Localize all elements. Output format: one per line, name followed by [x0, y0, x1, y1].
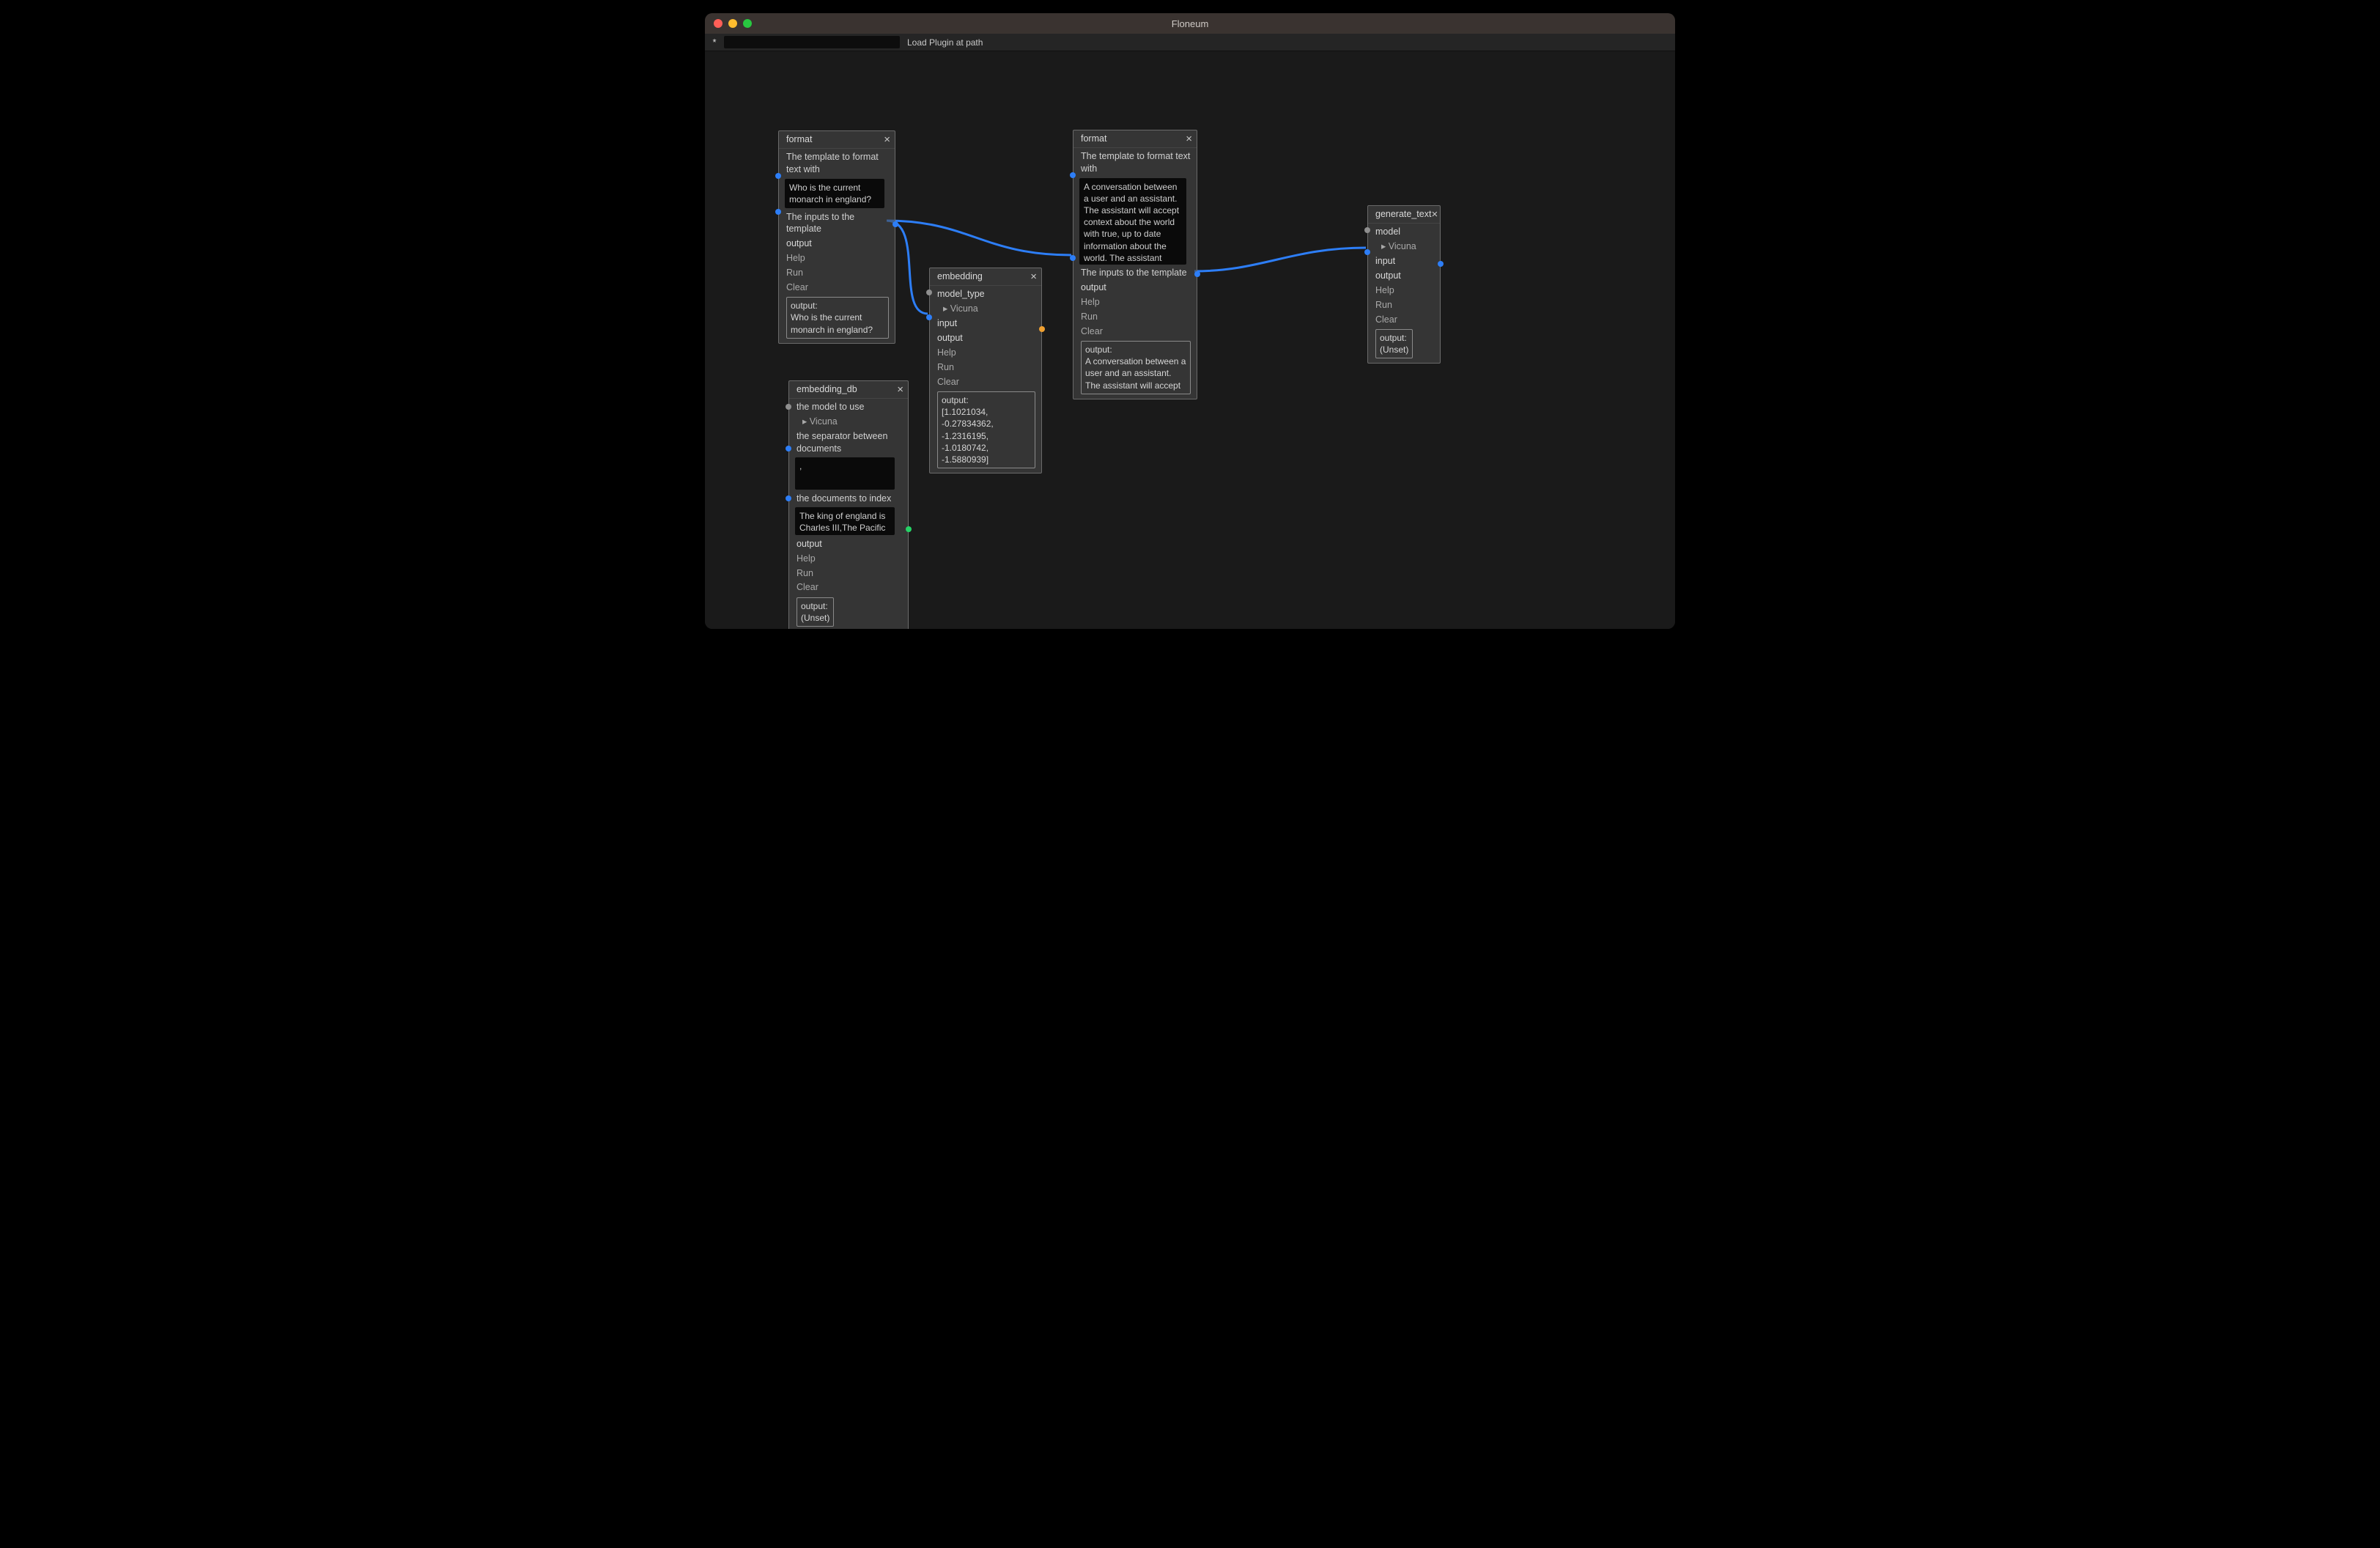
model-type-picker[interactable]: ▸ Vicuna — [937, 302, 1035, 317]
close-icon[interactable]: × — [1030, 271, 1037, 282]
port-input-in[interactable] — [926, 314, 932, 320]
docs-input[interactable]: The king of england is Charles III,The P… — [795, 507, 895, 535]
model-label: the model to use — [797, 400, 902, 415]
output-label: output — [1081, 281, 1191, 295]
model-picker[interactable]: ▸ Vicuna — [1375, 240, 1434, 254]
node-header[interactable]: format × — [779, 131, 895, 149]
node-generate-text[interactable]: generate_text × model ▸ Vicuna input out… — [1367, 205, 1441, 364]
node-title: embedding — [937, 270, 983, 283]
output-box: output: A conversation between a user an… — [1081, 341, 1191, 394]
close-icon[interactable]: × — [1186, 133, 1192, 144]
port-inputs-in[interactable] — [1070, 255, 1076, 261]
port-docs-in[interactable] — [786, 495, 791, 501]
close-icon[interactable]: × — [1431, 209, 1438, 220]
node-header[interactable]: format × — [1073, 130, 1197, 148]
node-format-2[interactable]: format × The template to format text wit… — [1073, 130, 1197, 399]
toolbar: * Load Plugin at path — [705, 34, 1675, 51]
output-label: output — [797, 537, 902, 551]
window-title: Floneum — [705, 18, 1675, 29]
node-canvas[interactable]: format × The template to format text wit… — [705, 51, 1675, 629]
output-box: output: (Unset) — [1375, 329, 1413, 358]
node-header[interactable]: embedding × — [930, 268, 1041, 286]
model-picker[interactable]: ▸ Vicuna — [797, 415, 902, 430]
node-header[interactable]: embedding_db × — [789, 381, 908, 399]
inputs-label: The inputs to the template — [1081, 266, 1191, 281]
port-output-out[interactable] — [1039, 326, 1045, 332]
clear-button[interactable]: Clear — [1081, 324, 1191, 339]
unsaved-indicator: * — [709, 37, 720, 48]
node-title: format — [1081, 133, 1106, 145]
clear-button[interactable]: Clear — [1375, 312, 1434, 327]
separator-label: the separator between documents — [797, 430, 902, 457]
template-desc: The template to format text with — [1081, 150, 1191, 177]
port-model-in[interactable] — [786, 404, 791, 410]
run-button[interactable]: Run — [786, 266, 889, 281]
help-button[interactable]: Help — [1375, 283, 1434, 298]
port-model-in[interactable] — [926, 290, 932, 295]
close-icon[interactable]: × — [897, 384, 903, 395]
node-format-1[interactable]: format × The template to format text wit… — [778, 130, 895, 344]
port-output-out[interactable] — [1194, 271, 1200, 277]
clear-button[interactable]: Clear — [786, 280, 889, 295]
output-label: output — [1375, 269, 1434, 284]
output-box: output: [1.1021034, -0.27834362, -1.2316… — [937, 391, 1035, 468]
titlebar: Floneum — [705, 13, 1675, 34]
inputs-label: The inputs to the template — [786, 210, 889, 237]
run-button[interactable]: Run — [937, 360, 1035, 375]
output-box: output: (Unset) — [797, 597, 834, 627]
output-label: output — [937, 331, 1035, 346]
docs-label: the documents to index — [797, 491, 902, 506]
port-template-in[interactable] — [1070, 172, 1076, 178]
plugin-path-input[interactable] — [724, 36, 900, 48]
port-inputs-in[interactable] — [775, 209, 781, 215]
node-title: generate_text — [1375, 208, 1431, 221]
model-type-label: model_type — [937, 287, 1035, 302]
port-input-in[interactable] — [1364, 249, 1370, 255]
output-label: output — [786, 237, 889, 251]
run-button[interactable]: Run — [797, 566, 902, 580]
close-icon[interactable]: × — [884, 134, 890, 145]
run-button[interactable]: Run — [1375, 298, 1434, 312]
app-window: Floneum * Load Plugin at path format × T… — [705, 13, 1675, 629]
port-separator-in[interactable] — [786, 446, 791, 452]
help-button[interactable]: Help — [786, 251, 889, 266]
port-output-out[interactable] — [1438, 261, 1444, 267]
port-output-out[interactable] — [892, 221, 898, 227]
help-button[interactable]: Help — [937, 345, 1035, 360]
port-output-out[interactable] — [906, 526, 912, 532]
load-plugin-label[interactable]: Load Plugin at path — [907, 37, 983, 48]
node-title: format — [786, 133, 812, 146]
output-box: output: Who is the current monarch in en… — [786, 297, 889, 339]
template-input[interactable]: A conversation between a user and an ass… — [1079, 178, 1186, 265]
template-input[interactable]: Who is the current monarch in england? — [785, 179, 884, 208]
port-template-in[interactable] — [775, 173, 781, 179]
node-embedding[interactable]: embedding × model_type ▸ Vicuna input ou… — [929, 268, 1042, 473]
input-label: input — [937, 317, 1035, 331]
input-label: input — [1375, 254, 1434, 269]
model-label: model — [1375, 225, 1434, 240]
template-desc: The template to format text with — [786, 150, 889, 177]
node-header[interactable]: generate_text × — [1368, 206, 1440, 224]
clear-button[interactable]: Clear — [797, 580, 902, 595]
port-model-in[interactable] — [1364, 227, 1370, 233]
node-title: embedding_db — [797, 383, 857, 396]
help-button[interactable]: Help — [1081, 295, 1191, 309]
node-embedding-db[interactable]: embedding_db × the model to use ▸ Vicuna… — [788, 380, 909, 629]
clear-button[interactable]: Clear — [937, 375, 1035, 389]
separator-input[interactable]: , — [795, 457, 895, 490]
run-button[interactable]: Run — [1081, 309, 1191, 324]
help-button[interactable]: Help — [797, 551, 902, 566]
